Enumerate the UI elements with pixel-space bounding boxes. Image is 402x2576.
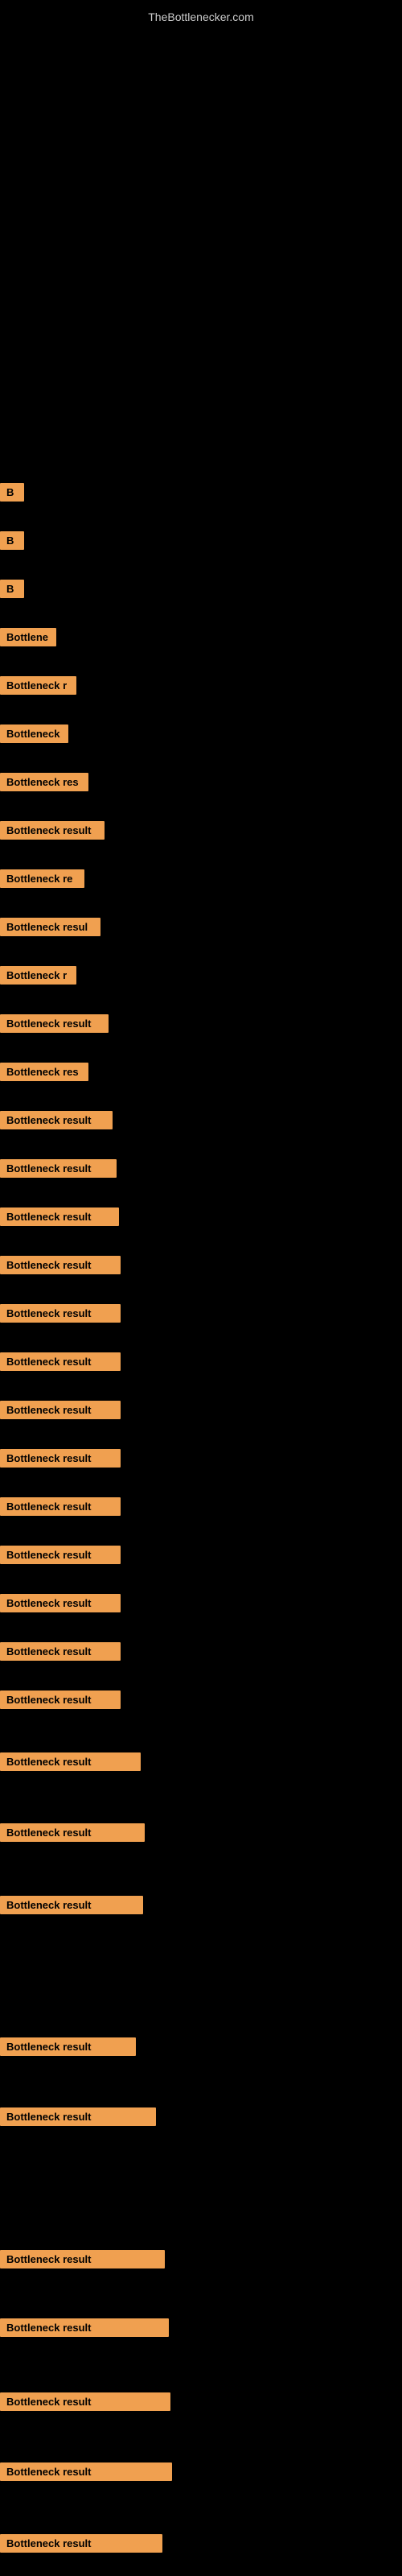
bottleneck-result-bar: Bottleneck result xyxy=(0,1304,121,1323)
bottleneck-result-bar: Bottleneck re xyxy=(0,869,84,888)
bottleneck-result-bar: Bottleneck result xyxy=(0,2318,169,2337)
bottleneck-result-bar: Bottleneck result xyxy=(0,1823,145,1842)
bottleneck-result-bar: Bottleneck res xyxy=(0,1063,88,1081)
bottleneck-result-bar: Bottleneck result xyxy=(0,2392,170,2411)
bottleneck-result-bar: Bottleneck result xyxy=(0,1594,121,1612)
bottleneck-result-bar: Bottleneck result xyxy=(0,1159,117,1178)
bottleneck-result-bar: Bottleneck result xyxy=(0,1111,113,1129)
bottleneck-result-bar: Bottleneck result xyxy=(0,2462,172,2481)
bottleneck-result-bar: Bottleneck xyxy=(0,724,68,743)
bottleneck-result-bar: Bottleneck result xyxy=(0,1690,121,1709)
bottleneck-result-bar: Bottleneck result xyxy=(0,1401,121,1419)
bottleneck-result-bar: Bottleneck result xyxy=(0,2037,136,2056)
bottleneck-result-bar: Bottleneck result xyxy=(0,1352,121,1371)
bottleneck-result-bar: B xyxy=(0,531,24,550)
bottleneck-result-bar: Bottleneck result xyxy=(0,1014,109,1033)
bottleneck-result-bar: Bottleneck result xyxy=(0,2107,156,2126)
bottleneck-result-bar: Bottlene xyxy=(0,628,56,646)
bottleneck-result-bar: Bottleneck result xyxy=(0,2250,165,2268)
bottleneck-result-bar: Bottleneck result xyxy=(0,1256,121,1274)
bottleneck-result-bar: Bottleneck result xyxy=(0,1896,143,1914)
bottleneck-result-bar: Bottleneck res xyxy=(0,773,88,791)
bottleneck-result-bar: Bottleneck r xyxy=(0,966,76,985)
site-title: TheBottlenecker.com xyxy=(0,4,402,30)
bottleneck-result-bar: Bottleneck result xyxy=(0,1497,121,1516)
bottleneck-result-bar: Bottleneck result xyxy=(0,1449,121,1468)
bottleneck-result-bar: Bottleneck result xyxy=(0,2534,162,2553)
bottleneck-result-bar: Bottleneck result xyxy=(0,1752,141,1771)
bottleneck-result-bar: Bottleneck resul xyxy=(0,918,100,936)
bottleneck-result-bar: Bottleneck result xyxy=(0,1642,121,1661)
bottleneck-result-bar: Bottleneck result xyxy=(0,1208,119,1226)
bottleneck-result-bar: Bottleneck result xyxy=(0,1546,121,1564)
bottleneck-result-bar: B xyxy=(0,483,24,502)
bottleneck-result-bar: Bottleneck r xyxy=(0,676,76,695)
bottleneck-result-bar: B xyxy=(0,580,24,598)
bottleneck-result-bar: Bottleneck result xyxy=(0,821,105,840)
